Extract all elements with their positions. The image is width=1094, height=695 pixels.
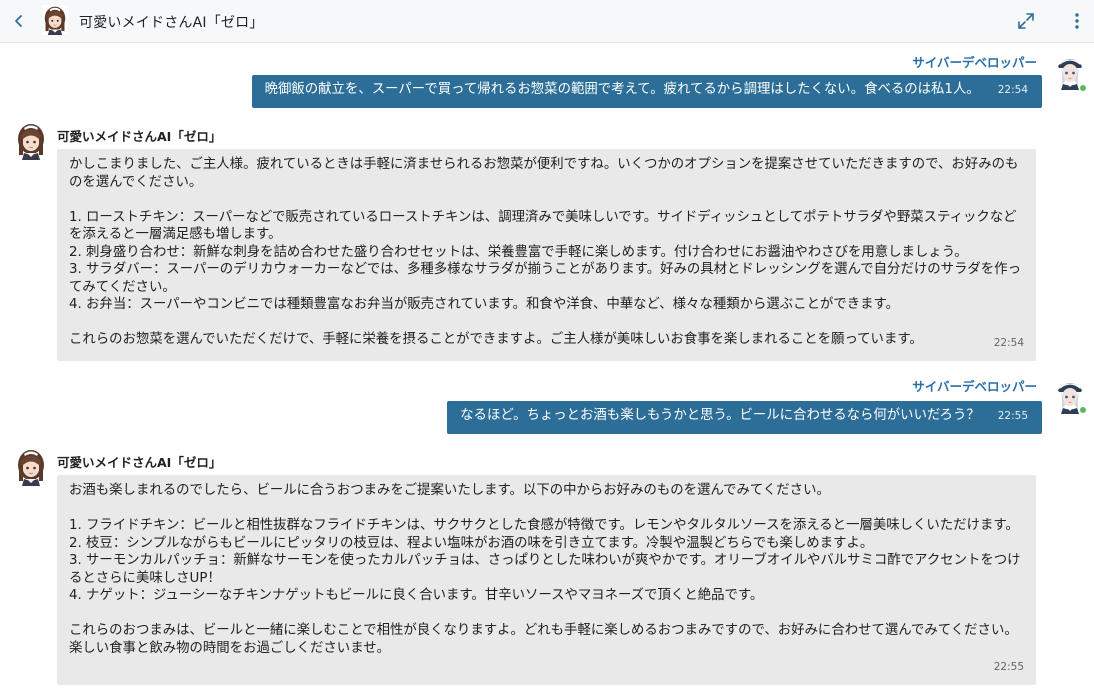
message-paragraph: 1. フライドチキン：ビールと相性抜群なフライドチキンは、サクサクとした食感が特… [69, 518, 1019, 533]
message-paragraph: 3. サーモンカルパッチョ：新鮮なサーモンを使ったカルパッチョは、さっぱりとした… [69, 553, 1021, 586]
ai-avatar[interactable] [15, 122, 47, 160]
sender-name: 可愛いメイドさんAI「ゼロ」 [57, 129, 222, 144]
more-options-button[interactable] [1068, 11, 1086, 31]
sender-name: サイバーデベロッパー [912, 55, 1037, 70]
expand-icon [1018, 13, 1034, 29]
chat-header: 可愛いメイドさんAI「ゼロ」 [0, 0, 1094, 43]
message-paragraph: 2. 刺身盛り合わせ：新鮮な刺身を詰め合わせた盛り合わせセットは、栄養豊富で手軽… [69, 244, 968, 260]
message-time: 22:54 [997, 84, 1028, 96]
message-text: 晩御飯の献立を、スーパーで買って帰れるお惣菜の範囲で考えて。疲れてるから調理はし… [264, 82, 980, 97]
message-paragraph: 2. 枝豆：シンプルながらもビールにピッタリの枝豆は、程よい塩味がお酒の味を引き… [69, 535, 874, 551]
message-paragraph: お酒も楽しまれるのでしたら、ビールに合うおつまみをご提案いたします。以下の中から… [69, 483, 830, 498]
back-button[interactable] [8, 10, 30, 32]
message-bubble[interactable]: 晩御飯の献立を、スーパーで買って帰れるお惣菜の範囲で考えて。疲れてるから調理はし… [251, 75, 1042, 108]
message-paragraph: かしこまりました、ご主人様。疲れているときは手軽に済ませられるお惣菜が便利ですね… [69, 157, 1019, 190]
kebab-menu-icon [1075, 13, 1079, 29]
sender-name: 可愛いメイドさんAI「ゼロ」 [57, 455, 222, 470]
message-time: 22:54 [993, 336, 1024, 349]
sender-name: サイバーデベロッパー [912, 379, 1037, 394]
chevron-left-icon [15, 15, 22, 27]
online-status-icon [1080, 407, 1086, 413]
message-paragraph: これらのお惣菜を選んでいただくだけで、手軽に栄養を摂ることができますよ。ご主人様… [69, 332, 923, 347]
message-time: 22:55 [997, 410, 1028, 422]
message-paragraph: 4. お弁当：スーパーやコンビニでは種類豊富なお弁当が販売されています。和食や洋… [69, 297, 899, 312]
message-bubble[interactable]: なるほど。ちょっとお酒も楽しもうかと思う。ビールに合わせるなら何がいいだろう？ 2… [447, 401, 1042, 434]
message-time: 22:55 [993, 660, 1024, 673]
ai-avatar[interactable] [40, 5, 70, 35]
message-paragraph: 3. サラダバー：スーパーのデリカウォーカーなどでは、多種多様なサラダが揃うこと… [69, 262, 1021, 295]
chat-title: 可愛いメイドさんAI「ゼロ」 [79, 15, 264, 31]
message-bubble[interactable]: お酒も楽しまれるのでしたら、ビールに合うおつまみをご提案いたします。以下の中から… [57, 475, 1036, 685]
online-status-icon [1080, 85, 1086, 91]
message-paragraph: 1. ローストチキン：スーパーなどで販売されているローストチキンは、調理済みで美… [69, 209, 1017, 243]
message-paragraph: 4. ナゲット：ジューシーなチキンナゲットもビールに良く合います。甘辛いソースや… [69, 588, 764, 603]
message-paragraph: これらのおつまみは、ビールと一緒に楽しむことで相性が良くなりますよ。どれも手軽に… [69, 623, 1018, 656]
ai-avatar[interactable] [15, 448, 47, 486]
message-text: なるほど。ちょっとお酒も楽しもうかと思う。ビールに合わせるなら何がいいだろう？ [460, 408, 980, 423]
expand-button[interactable] [1016, 11, 1036, 31]
message-bubble[interactable]: かしこまりました、ご主人様。疲れているときは手軽に済ませられるお惣菜が便利ですね… [57, 149, 1036, 361]
